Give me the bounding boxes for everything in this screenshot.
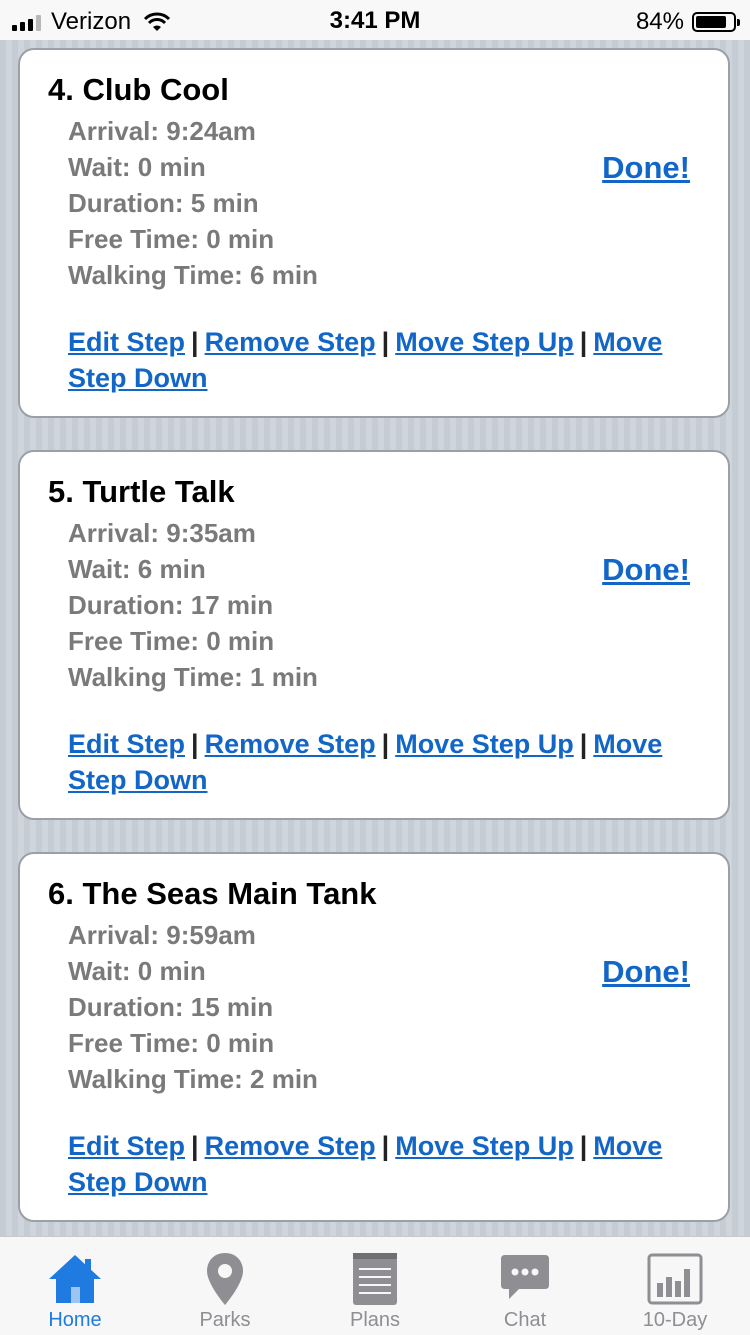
status-bar: Verizon 3:41 PM 84% xyxy=(0,0,750,40)
tab-plans[interactable]: Plans xyxy=(300,1237,450,1335)
arrival-time: Arrival: 9:35am xyxy=(68,518,256,548)
home-icon xyxy=(49,1255,101,1303)
free-time: Free Time: 0 min xyxy=(68,224,275,254)
separator: | xyxy=(191,327,199,357)
step-card: 6. The Seas Main Tank Arrival: 9:59am Wa… xyxy=(18,852,730,1222)
battery-percent: 84% xyxy=(635,8,684,35)
step-card: 4. Club Cool Arrival: 9:24am Wait: 0 min… xyxy=(18,48,730,418)
step-card: 5. Turtle Talk Arrival: 9:35am Wait: 6 m… xyxy=(18,450,730,820)
walking-time: Walking Time: 1 min xyxy=(68,662,318,692)
duration: Duration: 15 min xyxy=(68,992,274,1022)
done-link[interactable]: Done! xyxy=(602,552,690,588)
separator: | xyxy=(579,327,588,357)
remove-step-link[interactable]: Remove Step xyxy=(205,327,376,357)
tab-label: Chat xyxy=(503,1309,547,1331)
separator: | xyxy=(191,729,199,759)
separator: | xyxy=(381,1131,390,1161)
separator: | xyxy=(579,1131,588,1161)
status-right: 84% xyxy=(635,8,740,36)
wait-time: Wait: 0 min xyxy=(68,152,206,182)
walking-time: Walking Time: 2 min xyxy=(68,1064,318,1094)
separator: | xyxy=(191,1131,199,1161)
tab-label: Home xyxy=(48,1309,102,1331)
separator: | xyxy=(381,327,390,357)
remove-step-link[interactable]: Remove Step xyxy=(205,729,376,759)
tab-label: Parks xyxy=(199,1309,251,1331)
chat-bubble-icon xyxy=(501,1255,549,1299)
move-step-up-link[interactable]: Move Step Up xyxy=(395,1131,574,1161)
tab-label: 10-Day xyxy=(642,1309,708,1331)
done-link[interactable]: Done! xyxy=(602,150,690,186)
edit-step-link[interactable]: Edit Step xyxy=(68,1131,185,1161)
free-time: Free Time: 0 min xyxy=(68,1028,275,1058)
map-pin-icon xyxy=(207,1253,243,1305)
tab-label: Plans xyxy=(349,1309,401,1331)
move-step-up-link[interactable]: Move Step Up xyxy=(395,327,574,357)
duration: Duration: 5 min xyxy=(68,188,259,218)
tab-bar: Home Parks Plans Chat 10-Day xyxy=(0,1236,750,1335)
wait-time: Wait: 6 min xyxy=(68,554,206,584)
edit-step-link[interactable]: Edit Step xyxy=(68,729,185,759)
edit-step-link[interactable]: Edit Step xyxy=(68,327,185,357)
wait-time: Wait: 0 min xyxy=(68,956,206,986)
done-link[interactable]: Done! xyxy=(602,954,690,990)
step-title: 5. Turtle Talk xyxy=(48,474,235,509)
battery-icon xyxy=(692,12,740,32)
notepad-icon xyxy=(353,1253,397,1305)
tab-home[interactable]: Home xyxy=(0,1237,150,1335)
tab-parks[interactable]: Parks xyxy=(150,1237,300,1335)
separator: | xyxy=(381,729,390,759)
tab-chat[interactable]: Chat xyxy=(450,1237,600,1335)
step-title: 6. The Seas Main Tank xyxy=(48,876,377,911)
bar-chart-icon xyxy=(647,1253,703,1305)
tab-10-day[interactable]: 10-Day xyxy=(600,1237,750,1335)
arrival-time: Arrival: 9:24am xyxy=(68,116,256,146)
step-actions: Edit Step | Remove Step | Move Step Up | Move … xyxy=(68,324,708,396)
step-title: 4. Club Cool xyxy=(48,72,229,107)
free-time: Free Time: 0 min xyxy=(68,626,275,656)
arrival-time: Arrival: 9:59am xyxy=(68,920,256,950)
step-actions: Edit Step | Remove Step | Move Step Up | Move … xyxy=(68,1128,708,1200)
move-step-up-link[interactable]: Move Step Up xyxy=(395,729,574,759)
walking-time: Walking Time: 6 min xyxy=(68,260,318,290)
battery-level xyxy=(696,16,727,28)
remove-step-link[interactable]: Remove Step xyxy=(205,1131,376,1161)
step-actions: Edit Step | Remove Step | Move Step Up | Move … xyxy=(68,726,708,798)
separator: | xyxy=(579,729,588,759)
duration: Duration: 17 min xyxy=(68,590,274,620)
